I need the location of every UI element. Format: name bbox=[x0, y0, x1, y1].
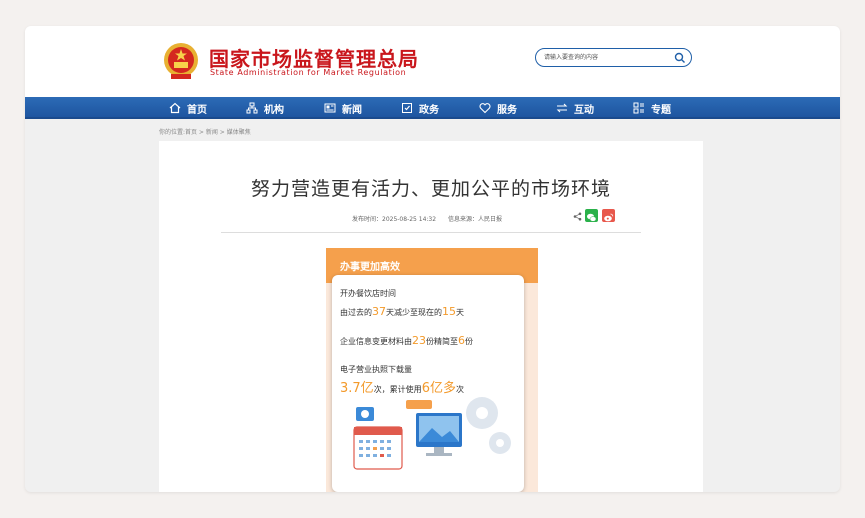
home-icon bbox=[169, 102, 181, 114]
stat-2-detail: 企业信息变更材料由23份精简至6份 bbox=[340, 334, 473, 347]
news-icon bbox=[324, 103, 336, 113]
breadcrumb[interactable]: 你的位置:首页 > 新闻 > 媒体聚焦 bbox=[159, 127, 251, 136]
heart-icon bbox=[479, 103, 491, 114]
nav-label: 机构 bbox=[264, 104, 284, 116]
main-nav: 首页 机构 新闻 政务 服务 互动 专题 bbox=[25, 97, 840, 119]
stat-value: 6 bbox=[458, 334, 465, 347]
article-container: 努力营造更有活力、更加公平的市场环境 发布时间：2025-08-25 14:32… bbox=[159, 141, 703, 492]
nav-label: 互动 bbox=[574, 104, 594, 116]
stat-text: 份 bbox=[465, 337, 473, 346]
nav-label: 专题 bbox=[651, 104, 671, 116]
government-affairs-icon bbox=[402, 103, 412, 113]
exchange-arrows-icon bbox=[556, 103, 568, 113]
nav-item-news[interactable]: 新闻 bbox=[324, 97, 362, 119]
stat-text: 天减少至现在的 bbox=[386, 308, 442, 317]
topics-grid-icon bbox=[633, 102, 644, 114]
nav-item-services[interactable]: 服务 bbox=[479, 97, 517, 119]
stat-text: 由过去的 bbox=[340, 308, 372, 317]
site-header: 国家市场监督管理总局 State Administration for Mark… bbox=[25, 26, 840, 97]
stat-value: 15 bbox=[442, 305, 456, 318]
stat-text: 份精简至 bbox=[426, 337, 458, 346]
wechat-share-icon[interactable] bbox=[585, 209, 598, 222]
stat-value: 6亿多 bbox=[421, 381, 456, 396]
infographic: 办事更加高效 开办餐饮店时间 由过去的37天减少至现在的15天 企业信息变更材料… bbox=[326, 248, 538, 492]
search-box bbox=[535, 48, 692, 67]
nav-item-organization[interactable]: 机构 bbox=[246, 97, 284, 119]
weibo-share-icon[interactable] bbox=[602, 209, 615, 222]
stat-1-detail: 由过去的37天减少至现在的15天 bbox=[340, 305, 464, 318]
publish-time: 发布时间：2025-08-25 14:32 bbox=[352, 216, 437, 223]
article-title: 努力营造更有活力、更加公平的市场环境 bbox=[250, 178, 611, 200]
nav-label: 服务 bbox=[497, 104, 517, 116]
key-icon bbox=[406, 400, 432, 409]
national-emblem-logo bbox=[164, 43, 198, 79]
search-icon[interactable] bbox=[674, 52, 686, 64]
infographic-header-text: 办事更加高效 bbox=[340, 262, 400, 273]
stat-text: 企业信息变更材料由 bbox=[340, 337, 412, 346]
gear-icon bbox=[466, 397, 511, 454]
stat-text: 次 bbox=[455, 385, 464, 394]
article-source: 信息来源：人民日报 bbox=[448, 216, 503, 223]
nav-label: 新闻 bbox=[342, 104, 362, 116]
search-input[interactable] bbox=[544, 51, 672, 64]
site-subtitle: State Administration for Market Regulati… bbox=[210, 68, 407, 77]
stat-value: 23 bbox=[412, 334, 426, 347]
stat-value: 3.7亿 bbox=[340, 381, 374, 396]
browser-page: 国家市场监督管理总局 State Administration for Mark… bbox=[25, 26, 840, 492]
stat-3-detail: 3.7亿次，累计使用6亿多次 bbox=[340, 377, 464, 396]
stat-value: 37 bbox=[372, 305, 386, 318]
stat-text: 次，累计使用 bbox=[373, 385, 422, 394]
nav-item-government-affairs[interactable]: 政务 bbox=[401, 97, 439, 119]
stat-3-title: 电子营业执照下载量 bbox=[340, 365, 412, 374]
nav-item-topics[interactable]: 专题 bbox=[633, 97, 671, 119]
share-icon[interactable] bbox=[573, 212, 582, 221]
stat-text: 天 bbox=[456, 308, 464, 317]
stat-1-title: 开办餐饮店时间 bbox=[340, 289, 396, 298]
nav-item-interaction[interactable]: 互动 bbox=[556, 97, 594, 119]
infographic-card: 开办餐饮店时间 由过去的37天减少至现在的15天 企业信息变更材料由23份精简至… bbox=[332, 275, 524, 492]
office-illustration bbox=[353, 397, 511, 470]
nav-label: 首页 bbox=[187, 104, 207, 116]
nav-item-home[interactable]: 首页 bbox=[169, 97, 207, 119]
org-chart-icon bbox=[246, 102, 258, 114]
article-meta: 发布时间：2025-08-25 14:32 信息来源：人民日报 bbox=[352, 214, 512, 223]
title-divider bbox=[221, 232, 641, 233]
nav-label: 政务 bbox=[419, 104, 439, 116]
